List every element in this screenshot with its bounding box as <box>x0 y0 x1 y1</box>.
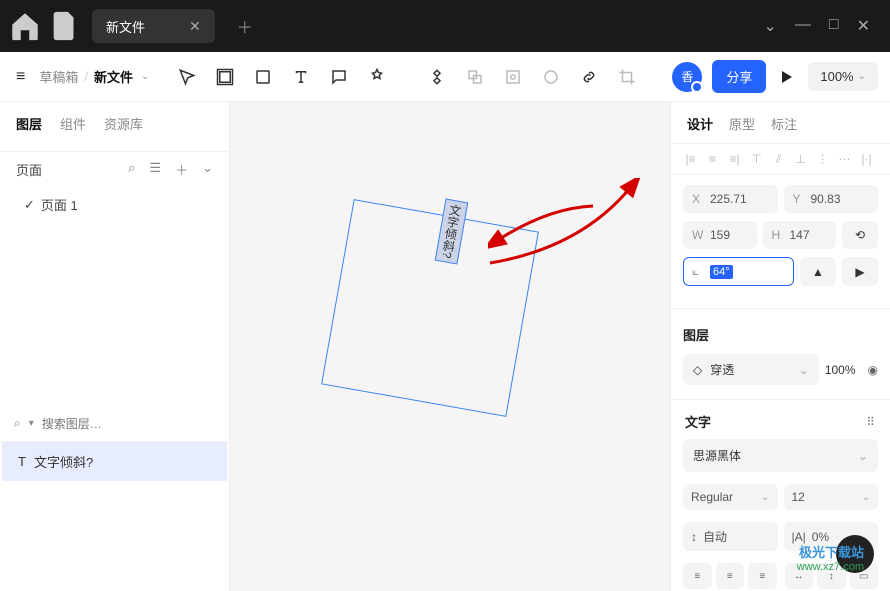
breadcrumb: 草稿箱 / 新文件 ⌄ <box>39 67 149 86</box>
left-panel: 图层 组件 资源库 页面 ⌕ ☰ ＋ ⌄ ✓ 页面 1 ⌕ ▾ T 文字倾斜? <box>0 102 230 591</box>
flip-vertical-icon[interactable]: ▶ <box>842 257 878 286</box>
align-bottom-icon[interactable]: ⊥ <box>791 150 810 168</box>
selection-bounding-box[interactable] <box>321 199 539 417</box>
line-height-icon: ↕ <box>691 530 697 544</box>
search-layers-input[interactable] <box>42 417 215 431</box>
zoom-dropdown[interactable]: 100%⌄ <box>808 62 878 91</box>
boolean-icon[interactable] <box>497 61 529 93</box>
layer-item-text[interactable]: T 文字倾斜? <box>2 442 227 481</box>
window-titlebar: 新文件 ✕ ＋ ⌄ — □ ✕ <box>0 0 890 52</box>
width-input[interactable]: W159 <box>683 221 757 249</box>
maximize-icon[interactable]: □ <box>829 16 839 36</box>
plugin-tool-icon[interactable] <box>361 61 393 93</box>
tab-title: 新文件 <box>106 17 145 36</box>
tab-components[interactable]: 组件 <box>60 114 86 139</box>
menu-icon[interactable]: ≡ <box>12 64 29 90</box>
chevron-down-icon[interactable]: ⌄ <box>202 160 213 179</box>
tab-assets[interactable]: 资源库 <box>104 114 143 139</box>
properties-panel: 设计 原型 标注 |≡ ≡ ≡| ⊤ ⫽ ⊥ ⋮ ⋯ |·| X225.71 Y… <box>670 102 890 591</box>
home-icon[interactable] <box>8 9 42 43</box>
canvas[interactable]: 文字倾斜? <box>230 102 670 591</box>
avatar[interactable]: 香 <box>672 62 702 92</box>
top-toolbar: ≡ 草稿箱 / 新文件 ⌄ 香 分享 100%⌄ <box>0 52 890 102</box>
text-align-right-icon[interactable]: ≡ <box>748 563 777 589</box>
component-icon[interactable] <box>421 61 453 93</box>
blend-icon: ◇ <box>693 363 702 377</box>
layer-section-title: 图层 <box>683 317 878 354</box>
tab-design[interactable]: 设计 <box>687 114 713 133</box>
text-tool-icon[interactable] <box>285 61 317 93</box>
play-icon[interactable] <box>782 71 792 83</box>
text-section-title: 文字 <box>685 412 711 431</box>
tab-prototype[interactable]: 原型 <box>729 114 755 133</box>
crop-icon[interactable] <box>611 61 643 93</box>
page-item[interactable]: ✓ 页面 1 <box>0 187 229 222</box>
chevron-down-icon[interactable]: ⌄ <box>141 71 149 82</box>
more-align-icon[interactable]: |·| <box>857 150 876 168</box>
move-tool-icon[interactable] <box>171 61 203 93</box>
align-left-icon[interactable]: |≡ <box>681 150 700 168</box>
checkmark-icon: ✓ <box>24 197 35 213</box>
flip-horizontal-icon[interactable]: ▲ <box>800 257 836 286</box>
text-align-left-icon[interactable]: ≡ <box>683 563 712 589</box>
text-align-center-icon[interactable]: ≡ <box>716 563 745 589</box>
breadcrumb-draft[interactable]: 草稿箱 <box>39 67 78 86</box>
chevron-down-icon[interactable]: ⌄ <box>764 16 777 36</box>
file-icon[interactable] <box>48 9 82 43</box>
chevron-down-icon: ⌄ <box>799 363 809 377</box>
align-right-icon[interactable]: ≡| <box>725 150 744 168</box>
add-page-icon[interactable]: ＋ <box>175 160 188 179</box>
distribute-h-icon[interactable]: ⋮ <box>813 150 832 168</box>
distribute-v-icon[interactable]: ⋯ <box>835 150 854 168</box>
align-middle-icon[interactable]: ⫽ <box>769 150 788 168</box>
blend-mode-select[interactable]: ◇ 穿透 ⌄ <box>683 354 819 385</box>
text-layer-icon: T <box>18 454 26 469</box>
document-tab[interactable]: 新文件 ✕ <box>92 9 215 43</box>
align-center-h-icon[interactable]: ≡ <box>703 150 722 168</box>
share-button[interactable]: 分享 <box>712 60 766 93</box>
line-height-input[interactable]: ↕自动 <box>683 522 778 551</box>
tab-annotate[interactable]: 标注 <box>771 114 797 133</box>
window-close-icon[interactable]: ✕ <box>857 16 870 36</box>
tab-layers[interactable]: 图层 <box>16 114 42 139</box>
chevron-down-icon: ⌄ <box>858 449 868 463</box>
list-icon[interactable]: ☰ <box>149 160 161 179</box>
minimize-icon[interactable]: — <box>795 16 811 36</box>
add-tab-icon[interactable]: ＋ <box>229 10 261 42</box>
height-input[interactable]: H147 <box>763 221 837 249</box>
font-weight-select[interactable]: Regular⌄ <box>683 484 778 510</box>
y-input[interactable]: Y90.83 <box>784 185 879 213</box>
visibility-icon[interactable]: ◉ <box>868 363 878 377</box>
align-top-icon[interactable]: ⊤ <box>747 150 766 168</box>
breadcrumb-file[interactable]: 新文件 <box>94 67 133 86</box>
mask-icon[interactable] <box>459 61 491 93</box>
search-icon[interactable]: ⌕ <box>128 160 135 179</box>
more-options-icon[interactable]: ⠿ <box>866 415 876 429</box>
link-icon[interactable] <box>573 61 605 93</box>
opacity-value[interactable]: 100% <box>825 363 856 377</box>
rotation-input[interactable]: ⟀64° <box>683 257 794 286</box>
x-input[interactable]: X225.71 <box>683 185 778 213</box>
search-icon: ⌕ <box>14 416 21 431</box>
constrain-proportions-icon[interactable]: ⟲ <box>842 221 878 249</box>
pages-label: 页面 <box>16 160 128 179</box>
font-size-input[interactable]: 12⌄ <box>784 484 879 510</box>
watermark: 极光下载站 www.xz7.com <box>797 542 864 573</box>
frame-tool-icon[interactable] <box>209 61 241 93</box>
comment-tool-icon[interactable] <box>323 61 355 93</box>
font-family-select[interactable]: 思源黑体 ⌄ <box>683 439 878 472</box>
close-icon[interactable]: ✕ <box>185 16 205 37</box>
outline-icon[interactable] <box>535 61 567 93</box>
rectangle-tool-icon[interactable] <box>247 61 279 93</box>
